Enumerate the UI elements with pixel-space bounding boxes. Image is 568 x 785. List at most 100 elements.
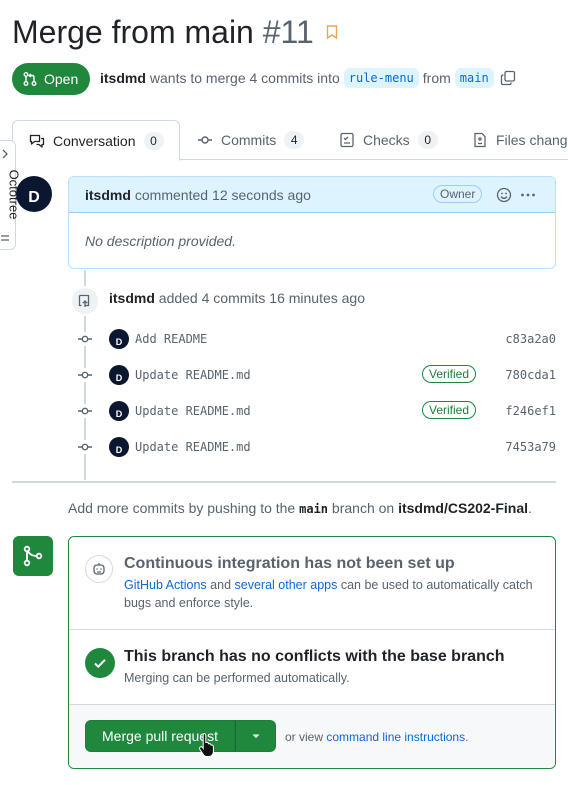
verified-badge[interactable]: Verified [422, 401, 477, 419]
commit-message[interactable]: Update README.md [135, 402, 251, 420]
tab-conversation-count: 0 [143, 131, 164, 150]
avatar[interactable]: D [16, 176, 52, 212]
push-hint: Add more commits by pushing to the main … [68, 498, 532, 519]
conflicts-section: This branch has no conflicts with the ba… [69, 630, 555, 705]
chevron-right-icon [2, 149, 8, 159]
tab-checks-label: Checks [363, 132, 410, 148]
merge-status-badge [13, 536, 53, 576]
commit-message[interactable]: Add README [135, 330, 207, 348]
copy-icon[interactable] [500, 70, 516, 86]
tab-checks-count: 0 [417, 131, 438, 149]
merge-text: wants to merge 4 commits into [149, 70, 340, 86]
other-apps-link[interactable]: several other apps [235, 578, 338, 592]
check-icon [94, 659, 106, 669]
comment-body: No description provided. [85, 233, 236, 249]
tab-conversation-label: Conversation [53, 132, 136, 149]
command-line-link[interactable]: command line instructions [326, 730, 465, 744]
conflicts-title: This branch has no conflicts with the ba… [124, 648, 505, 665]
commit-dot-icon [78, 332, 92, 346]
ci-section: Continuous integration has not been set … [69, 537, 555, 630]
tab-commits-label: Commits [221, 132, 277, 148]
or-view-label: or view [285, 730, 324, 744]
pr-number: #11 [262, 14, 314, 50]
comment-header: itsdmd commented 12 seconds ago Owner [69, 177, 555, 213]
pointer-cursor-icon [199, 733, 214, 757]
commit-sha[interactable]: 7453a79 [505, 438, 556, 456]
status-label: Open [44, 71, 79, 87]
commit-avatar[interactable]: D [109, 401, 129, 421]
git-merge-icon [23, 545, 43, 567]
commit-avatar[interactable]: D [109, 365, 129, 385]
base-branch[interactable]: rule-menu [343, 68, 419, 88]
bookmark-icon[interactable] [326, 25, 338, 39]
pr-title: Merge from main #11 [12, 12, 314, 52]
hint-branch: main [299, 502, 329, 516]
tab-files-changed[interactable]: Files chang [472, 120, 568, 160]
tab-conversation[interactable]: Conversation 0 [12, 120, 180, 161]
comment-action: commented [134, 186, 209, 203]
tab-commits-count: 4 [284, 131, 305, 149]
commit-row: D Add README c83a2a0 [0, 327, 568, 351]
commit-icon [198, 136, 212, 144]
ci-title: Continuous integration has not been set … [124, 555, 455, 572]
or-view-period: . [465, 730, 469, 744]
octotree-toggle[interactable]: Octotree [0, 140, 21, 250]
commit-sha[interactable]: f246ef1 [505, 402, 556, 420]
commit-message[interactable]: Update README.md [135, 366, 251, 384]
commit-row: D Update README.md Verified f246ef1 [0, 399, 568, 423]
commit-sha[interactable]: 780cda1 [505, 366, 556, 384]
tab-files-label: Files chang [496, 132, 568, 148]
author-link[interactable]: itsdmd [100, 68, 146, 88]
conversation-icon [29, 134, 45, 148]
commit-message[interactable]: Update README.md [135, 438, 251, 456]
triangle-down-icon [252, 734, 259, 738]
commit-avatar[interactable]: D [109, 329, 129, 349]
pr-title-text: Merge from main [12, 14, 254, 50]
commit-dot-icon [78, 404, 92, 418]
files-icon [474, 132, 486, 148]
no-conflict-badge [85, 648, 115, 678]
comment-box: itsdmd commented 12 seconds ago Owner No… [68, 176, 556, 269]
ci-description: GitHub Actions and several other apps ca… [124, 576, 534, 612]
pr-tabs: Conversation 0 Commits 4 Checks 0 Files … [0, 120, 568, 161]
smiley-icon[interactable] [496, 187, 512, 203]
drag-handle-icon [1, 235, 9, 241]
hint-repo-link[interactable]: itsdmd/CS202-Final [398, 500, 528, 516]
commit-dot-icon [78, 368, 92, 382]
hint-suffix: . [528, 500, 532, 516]
merge-box: Continuous integration has not been set … [68, 536, 556, 769]
verified-badge[interactable]: Verified [422, 365, 477, 383]
checks-icon [340, 132, 354, 148]
commit-avatar[interactable]: D [109, 437, 129, 457]
head-branch[interactable]: main [454, 68, 494, 88]
from-text: from [422, 70, 451, 86]
tab-checks[interactable]: Checks 0 [339, 120, 438, 160]
conflicts-description: Merging can be performed automatically. [124, 671, 350, 685]
repo-push-icon [78, 294, 90, 307]
commit-dot-icon [78, 440, 92, 454]
merge-summary: itsdmd wants to merge 4 commits into rul… [100, 68, 516, 88]
commits-event-text: itsdmd added 4 commits 16 minutes ago [109, 288, 365, 308]
or-view-text: or view command line instructions. [285, 729, 468, 745]
merge-options-dropdown[interactable] [235, 720, 276, 752]
comment-author[interactable]: itsdmd [85, 187, 131, 203]
owner-badge: Owner [433, 185, 483, 203]
ci-and: and [210, 578, 232, 592]
kebab-icon[interactable] [520, 187, 536, 203]
comment-time[interactable]: 12 seconds ago [212, 187, 311, 203]
commits-event-author[interactable]: itsdmd [109, 290, 155, 306]
commits-event-desc: added 4 commits 16 minutes ago [158, 290, 366, 306]
hint-middle: branch on [331, 500, 395, 516]
commits-event-badge [70, 286, 100, 316]
ci-badge [85, 555, 113, 583]
status-badge-open: Open [12, 63, 91, 95]
ci-icon [93, 563, 105, 575]
hint-prefix: Add more commits by pushing to the [68, 500, 296, 516]
merge-actions: Merge pull request or view command line … [69, 705, 555, 768]
tab-commits[interactable]: Commits 4 [197, 120, 305, 160]
commit-row: D Update README.md 7453a79 [0, 435, 568, 459]
github-actions-link[interactable]: GitHub Actions [124, 578, 207, 592]
commit-sha[interactable]: c83a2a0 [505, 330, 556, 348]
timeline-divider [12, 481, 556, 483]
commit-row: D Update README.md Verified 780cda1 [0, 363, 568, 387]
